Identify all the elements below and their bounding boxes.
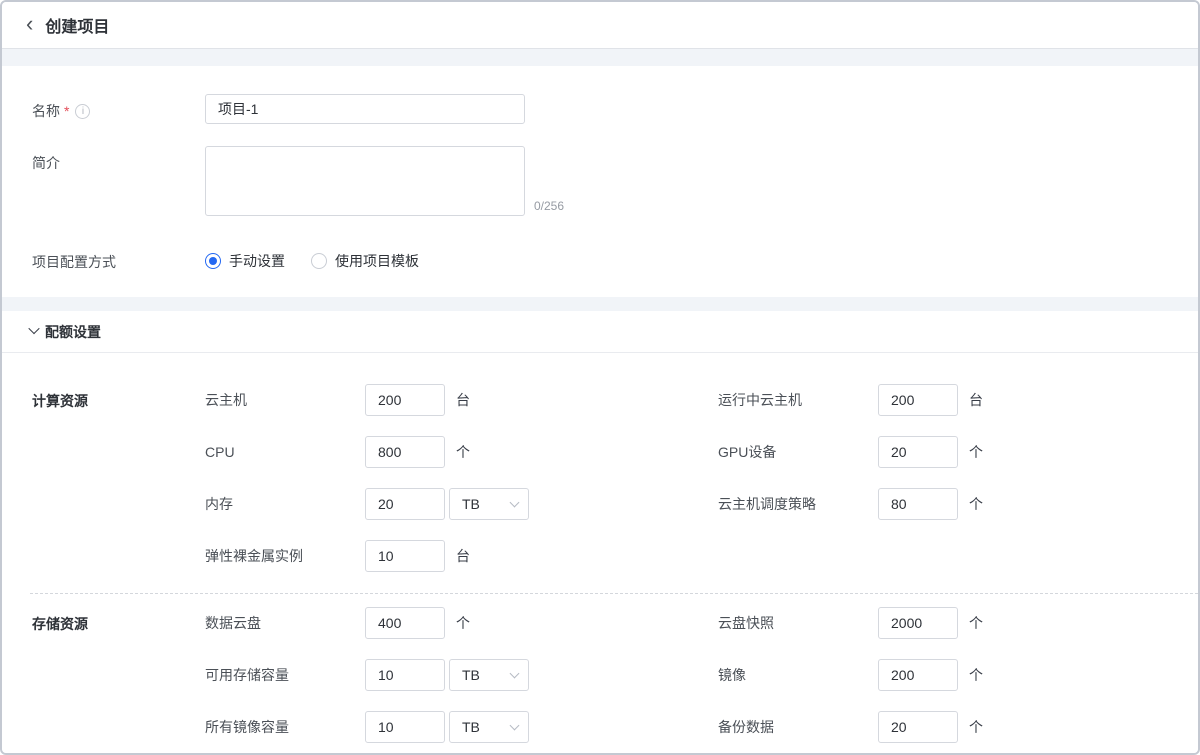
quota-value-input[interactable] [365, 711, 445, 743]
compute-resources-group: 计算资源 云主机台CPU个内存TB弹性裸金属实例台 运行中云主机台GPU设备个云… [2, 353, 1198, 572]
quota-unit-label: 台 [969, 390, 983, 410]
radio-label: 手动设置 [229, 251, 285, 271]
quota-value-input[interactable] [878, 384, 958, 416]
chevron-down-icon [510, 721, 520, 731]
info-icon[interactable]: i [75, 104, 90, 119]
quota-field-label: CPU [205, 444, 365, 460]
quota-value-input[interactable] [878, 659, 958, 691]
quota-field: 镜像 个 [718, 659, 1198, 691]
quota-value-input[interactable] [365, 436, 445, 468]
quota-unit-label: 个 [969, 665, 983, 685]
quota-field: 云主机调度策略 个 [718, 488, 1198, 520]
quota-value-input[interactable] [365, 659, 445, 691]
quota-unit-label: 个 [456, 613, 470, 633]
quota-value-input[interactable] [365, 607, 445, 639]
quota-field: 所有镜像容量 TB [205, 711, 718, 743]
unit-select[interactable]: TB [449, 659, 529, 691]
quota-field: 可用存储容量 TB [205, 659, 718, 691]
basic-info-card: 名称 * i 简介 0/256 项目配置方式 手动设置 [2, 66, 1198, 297]
radio-label: 使用项目模板 [335, 251, 419, 271]
storage-right-column: 云盘快照个镜像个备份数据个 [718, 607, 1198, 743]
unit-select[interactable]: TB [449, 488, 529, 520]
quota-value-input[interactable] [365, 384, 445, 416]
radio-icon [205, 253, 221, 269]
quota-unit-label: 个 [456, 442, 470, 462]
quota-unit-label: 个 [969, 613, 983, 633]
quota-field-label: 云主机 [205, 390, 365, 410]
quota-section-header[interactable]: 配额设置 [2, 311, 1198, 353]
quota-field-label: 内存 [205, 494, 365, 514]
name-input[interactable] [205, 94, 525, 124]
quota-field-label: 弹性裸金属实例 [205, 546, 365, 566]
quota-field: 云盘快照 个 [718, 607, 1198, 639]
quota-field: 运行中云主机 台 [718, 384, 1198, 416]
compute-left-column: 云主机台CPU个内存TB弹性裸金属实例台 [205, 384, 718, 572]
quota-field-label: 所有镜像容量 [205, 717, 365, 737]
quota-unit-label: 个 [969, 442, 983, 462]
page-title: 创建项目 [45, 13, 109, 37]
storage-resources-group: 存储资源 数据云盘个可用存储容量TB所有镜像容量TB 云盘快照个镜像个备份数据个 [2, 594, 1198, 743]
quota-unit-label: 个 [969, 717, 983, 737]
quota-card: 配额设置 计算资源 云主机台CPU个内存TB弹性裸金属实例台 运行中云主机台GP… [2, 311, 1198, 755]
description-row: 简介 0/256 [32, 146, 1168, 216]
compute-resources-title: 计算资源 [32, 384, 205, 411]
quota-field: 弹性裸金属实例 台 [205, 540, 718, 572]
quota-field-label: 镜像 [718, 665, 878, 685]
quota-field-label: 云盘快照 [718, 613, 878, 633]
config-mode-label: 项目配置方式 [32, 252, 116, 272]
config-mode-radio-group: 手动设置 使用项目模板 [205, 249, 419, 271]
quota-unit-label: 个 [969, 494, 983, 514]
char-counter: 0/256 [534, 200, 564, 216]
quota-field: CPU 个 [205, 436, 718, 468]
quota-field-label: 可用存储容量 [205, 665, 365, 685]
quota-section-title: 配额设置 [45, 322, 101, 342]
quota-field: GPU设备 个 [718, 436, 1198, 468]
quota-value-input[interactable] [365, 488, 445, 520]
chevron-down-icon [28, 322, 39, 333]
unit-select-value: TB [462, 496, 480, 512]
unit-select-value: TB [462, 667, 480, 683]
chevron-down-icon [510, 498, 520, 508]
radio-use-template[interactable]: 使用项目模板 [311, 251, 419, 271]
radio-icon [311, 253, 327, 269]
quota-field: 云主机 台 [205, 384, 718, 416]
quota-unit-label: 台 [456, 546, 470, 566]
name-row: 名称 * i [32, 94, 1168, 124]
description-label: 简介 [32, 153, 60, 173]
description-textarea[interactable] [205, 146, 525, 216]
radio-manual-setup[interactable]: 手动设置 [205, 251, 285, 271]
back-icon[interactable]: ‹ [26, 13, 33, 38]
quota-field: 内存 TB [205, 488, 718, 520]
quota-field: 备份数据 个 [718, 711, 1198, 743]
storage-resources-title: 存储资源 [32, 607, 205, 634]
quota-field-label: 备份数据 [718, 717, 878, 737]
quota-field-label: 数据云盘 [205, 613, 365, 633]
storage-left-column: 数据云盘 个可用存储容量 TB 所有镜像容量 TB [205, 607, 718, 743]
quota-value-input[interactable] [878, 607, 958, 639]
create-project-page: ‹ 创建项目 名称 * i 简介 0/256 项目配置方式 [0, 0, 1200, 755]
quota-value-input[interactable] [878, 711, 958, 743]
quota-field: 数据云盘 个 [205, 607, 718, 639]
config-mode-row: 项目配置方式 手动设置 使用项目模板 [32, 249, 1168, 272]
quota-field-label: 云主机调度策略 [718, 494, 878, 514]
chevron-down-icon [510, 669, 520, 679]
quota-value-input[interactable] [878, 436, 958, 468]
page-header: ‹ 创建项目 [2, 2, 1198, 49]
quota-value-input[interactable] [365, 540, 445, 572]
quota-value-input[interactable] [878, 488, 958, 520]
quota-field-label: GPU设备 [718, 442, 878, 462]
quota-unit-label: 台 [456, 390, 470, 410]
required-mark: * [64, 103, 69, 119]
unit-select-value: TB [462, 719, 480, 735]
name-label: 名称 [32, 101, 60, 121]
unit-select[interactable]: TB [449, 711, 529, 743]
compute-right-column: 运行中云主机台GPU设备个云主机调度策略个 [718, 384, 1198, 572]
quota-field-label: 运行中云主机 [718, 390, 878, 410]
